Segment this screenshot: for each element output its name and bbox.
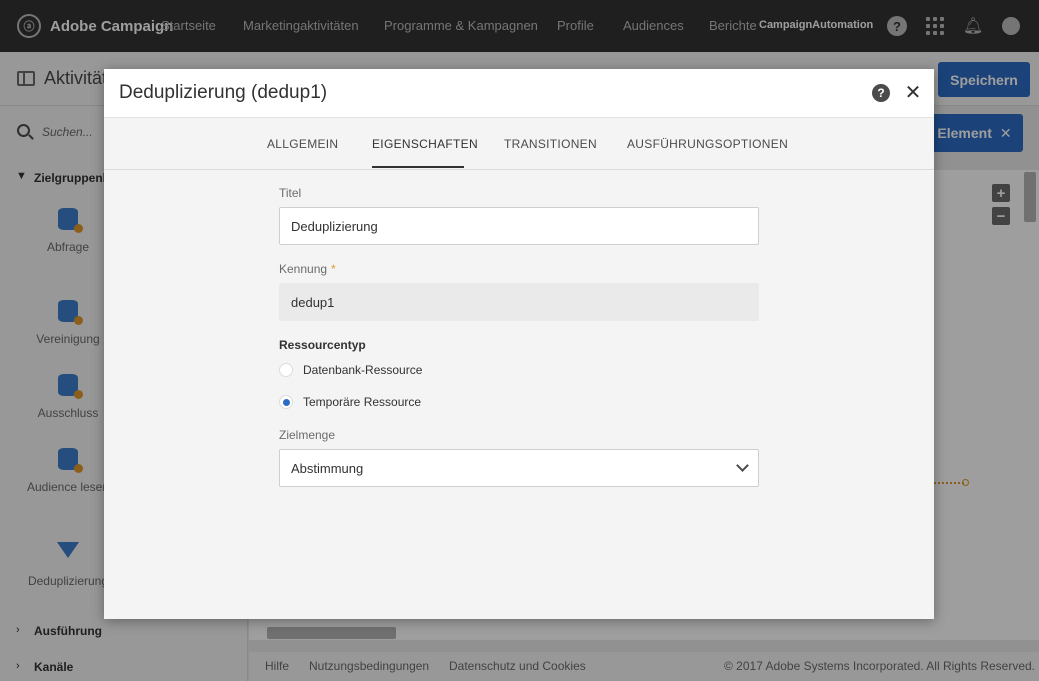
- target-select[interactable]: Abstimmung: [279, 449, 759, 487]
- tab-allgemein[interactable]: ALLGEMEIN: [267, 137, 338, 151]
- resource-type-label: Ressourcentyp: [279, 338, 366, 352]
- id-input-value: dedup1: [291, 294, 335, 310]
- tab-eigenschaften[interactable]: EIGENSCHAFTEN: [372, 137, 478, 151]
- dialog-help-icon[interactable]: ?: [872, 84, 890, 102]
- dialog-title: Deduplizierung (dedup1): [119, 82, 328, 103]
- id-label: Kennung *: [279, 262, 336, 276]
- title-input-value: Deduplizierung: [291, 218, 378, 234]
- target-select-value: Abstimmung: [291, 460, 364, 476]
- dialog-tabs: ALLGEMEIN EIGENSCHAFTEN TRANSITIONEN AUS…: [104, 118, 934, 170]
- title-label: Titel: [279, 186, 302, 200]
- dialog-close-icon[interactable]: ✕: [904, 81, 922, 104]
- tab-transitionen[interactable]: TRANSITIONEN: [504, 137, 597, 151]
- radio-database-resource[interactable]: Datenbank-Ressource: [279, 363, 422, 377]
- id-input[interactable]: dedup1: [279, 283, 759, 321]
- required-marker: *: [331, 262, 336, 276]
- dedup-dialog: Deduplizierung (dedup1) ? ✕ ALLGEMEIN EI…: [104, 69, 934, 619]
- target-label: Zielmenge: [279, 428, 336, 442]
- id-label-text: Kennung: [279, 262, 328, 276]
- dialog-header: Deduplizierung (dedup1) ? ✕: [104, 69, 934, 118]
- title-input[interactable]: Deduplizierung: [279, 207, 759, 245]
- active-tab-indicator: [372, 166, 464, 168]
- radio-label: Datenbank-Ressource: [303, 363, 423, 377]
- radio-label: Temporäre Ressource: [303, 395, 422, 409]
- chevron-down-icon: [736, 459, 749, 472]
- radio-button[interactable]: [279, 363, 293, 377]
- radio-temporary-resource[interactable]: Temporäre Ressource: [279, 395, 421, 409]
- radio-button-selected[interactable]: [279, 395, 293, 409]
- tab-ausfuehrungsoptionen[interactable]: AUSFÜHRUNGSOPTIONEN: [627, 137, 788, 151]
